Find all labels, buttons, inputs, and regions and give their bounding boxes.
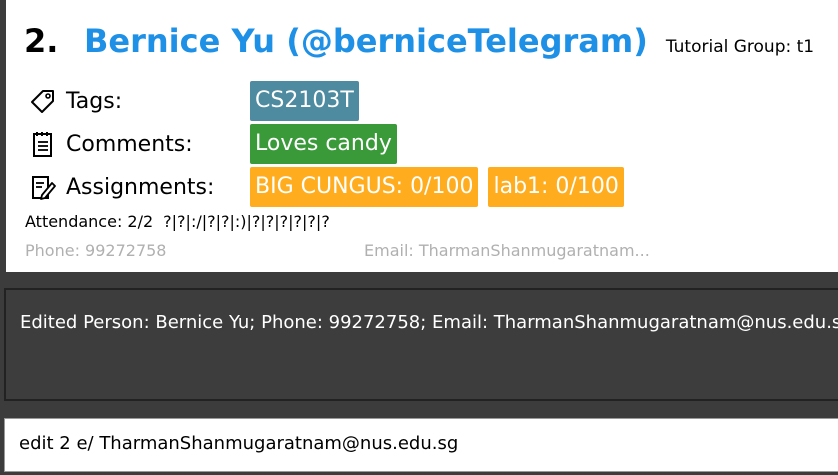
person-name: Bernice Yu (@berniceTelegram) (84, 22, 648, 60)
attendance-symbols: ?|?|:/|?|?|:)|?|?|?|?|?|? (163, 212, 330, 231)
panel-divider (0, 272, 838, 286)
email: Email: TharmanShanmugaratnam... (364, 241, 650, 260)
assignment-chip: BIG CUNGUS: 0/100 (250, 167, 479, 207)
person-card-header: 2. Bernice Yu (@berniceTelegram) Tutoria… (24, 22, 814, 60)
tag-chip: CS2103T (250, 81, 359, 121)
comments-label: Comments: (66, 131, 193, 157)
notepad-icon (28, 129, 58, 159)
attendance: Attendance: 2/2 ?|?|:/|?|?|:)|?|?|?|?|?|? (25, 212, 330, 231)
phone: Phone: 99272758 (25, 241, 167, 260)
command-input[interactable]: edit 2 e/ TharmanShanmugaratnam@nus.edu.… (19, 433, 458, 454)
person-index: 2. (24, 22, 59, 60)
assignments-row: Assignments: BIG CUNGUS: 0/100 lab1: 0/1… (28, 167, 634, 207)
result-text: Edited Person: Bernice Yu; Phone: 992727… (20, 312, 838, 333)
person-card[interactable]: 2. Bernice Yu (@berniceTelegram) Tutoria… (6, 0, 838, 272)
assignments-label: Assignments: (66, 174, 215, 200)
tags-row: Tags: CS2103T (28, 81, 369, 121)
assignment-chip: lab1: 0/100 (488, 167, 624, 207)
attendance-label: Attendance: 2/2 (25, 212, 154, 231)
tag-icon (28, 86, 58, 116)
comment-chip: Loves candy (250, 124, 397, 164)
edit-document-icon (28, 172, 58, 202)
tutorial-group: Tutorial Group: t1 (665, 37, 815, 57)
tags-label: Tags: (66, 88, 123, 114)
comments-row: Comments: Loves candy (28, 124, 407, 164)
command-box[interactable]: edit 2 e/ TharmanShanmugaratnam@nus.edu.… (4, 418, 838, 472)
result-display: Edited Person: Bernice Yu; Phone: 992727… (4, 288, 838, 401)
